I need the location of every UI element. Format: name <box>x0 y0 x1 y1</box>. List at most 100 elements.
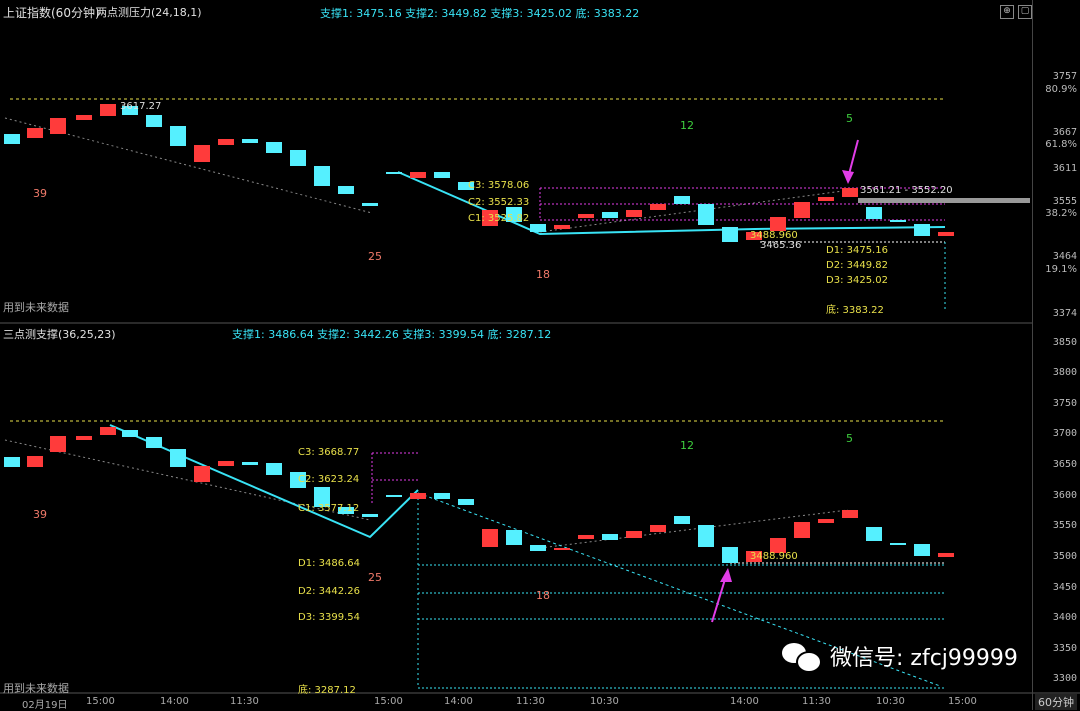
period-selector[interactable]: 60分钟 <box>1035 694 1077 710</box>
x-tick: 15:00 <box>374 696 403 707</box>
candlestick <box>602 534 618 540</box>
candlestick <box>434 493 450 499</box>
candlestick <box>578 214 594 218</box>
candlestick <box>722 547 738 563</box>
range-label: 3561.21 - 3552.20 <box>860 185 953 196</box>
candlestick <box>122 430 138 437</box>
y-tick: 3464 <box>1052 251 1077 262</box>
y-tick: 3400 <box>1052 612 1077 623</box>
candlestick <box>938 553 954 557</box>
candlestick <box>266 142 282 153</box>
candlestick <box>242 139 258 143</box>
y-tick: 3611 <box>1052 163 1077 174</box>
count-39: 39 <box>33 187 47 200</box>
y-tick: 3757 <box>1052 71 1077 82</box>
c3-label: C3: 3668.77 <box>298 447 360 458</box>
x-tick: 14:00 <box>730 696 759 707</box>
y-pct: 38.2% <box>1045 208 1077 219</box>
zoom-in-icon[interactable]: ⊕ <box>1000 5 1014 19</box>
candlestick <box>602 212 618 218</box>
candlestick <box>76 436 92 440</box>
y-tick: 3600 <box>1052 490 1077 501</box>
candlestick <box>626 531 642 538</box>
candlestick <box>842 510 858 518</box>
candlestick <box>146 115 162 127</box>
count-25: 25 <box>368 250 382 263</box>
wechat-icon <box>782 641 822 673</box>
x-tick: 15:00 <box>948 696 977 707</box>
candlestick <box>578 535 594 539</box>
c1-label: C1: 3525.82 <box>468 213 530 224</box>
bottom-indicator-label[interactable]: 三点测支撑(36,25,23) <box>3 326 116 342</box>
count-12: 12 <box>680 439 694 452</box>
candlestick <box>290 150 306 166</box>
candlestick <box>76 115 92 120</box>
y-tick: 3500 <box>1052 551 1077 562</box>
candlestick <box>530 545 546 551</box>
bottom-label: 底: 3287.12 <box>298 685 356 696</box>
candlestick <box>4 134 20 144</box>
candlestick <box>362 514 378 517</box>
y-tick: 3750 <box>1052 398 1077 409</box>
y-tick: 3850 <box>1052 337 1077 348</box>
candlestick <box>842 188 858 197</box>
count-5: 5 <box>846 112 853 125</box>
y-tick: 3300 <box>1052 673 1077 684</box>
candlestick <box>218 461 234 466</box>
y-tick: 3700 <box>1052 428 1077 439</box>
candlestick <box>170 449 186 467</box>
x-tick: 10:30 <box>876 696 905 707</box>
future-data-note: 用到未来数据 <box>3 682 69 695</box>
candlestick <box>458 499 474 505</box>
candlestick <box>194 145 210 162</box>
x-tick: 14:00 <box>444 696 473 707</box>
price-label-1: 3488.960 <box>750 551 798 562</box>
candlestick <box>818 197 834 201</box>
candlestick <box>554 548 570 550</box>
candlestick <box>410 493 426 499</box>
candlestick <box>914 224 930 236</box>
bottom-supports: 支撑1: 3486.64 支撑2: 3442.26 支撑3: 3399.54 底… <box>232 328 552 341</box>
x-tick: 11:30 <box>230 696 259 707</box>
c1-label: C1: 3577.12 <box>298 503 360 514</box>
candlestick <box>338 186 354 194</box>
count-12: 12 <box>680 119 694 132</box>
watermark: 微信号: zfcj99999 <box>782 640 1018 673</box>
y-pct: 61.8% <box>1045 139 1077 150</box>
candlestick <box>770 217 786 231</box>
candlestick <box>434 172 450 178</box>
candlestick <box>50 118 66 134</box>
candlestick <box>242 462 258 465</box>
candlestick <box>794 522 810 538</box>
top-indicator-label[interactable]: 两点测压力(24,18,1) <box>96 4 202 20</box>
y-axis: 3757 80.9% 3667 61.8% 3611 3555 38.2% 34… <box>1032 0 1080 710</box>
x-tick: 02月19日 <box>22 700 68 711</box>
candlestick <box>146 437 162 448</box>
candlestick <box>650 204 666 210</box>
candlestick <box>626 210 642 217</box>
candlestick <box>314 166 330 186</box>
high-label: 3617.27 <box>120 101 162 112</box>
c2-label: C2: 3552.33 <box>468 197 530 208</box>
y-tick: 3450 <box>1052 582 1077 593</box>
candlestick <box>890 220 906 222</box>
candlestick <box>506 530 522 545</box>
candlestick <box>674 196 690 204</box>
candlestick <box>794 202 810 218</box>
candlestick <box>27 128 43 138</box>
candlestick <box>194 466 210 482</box>
candlestick <box>530 224 546 232</box>
y-pct: 80.9% <box>1045 84 1077 95</box>
d2-label: D2: 3449.82 <box>826 260 888 271</box>
y-pct: 19.1% <box>1045 264 1077 275</box>
candlestick <box>890 543 906 545</box>
candlestick <box>50 436 66 452</box>
count-18: 18 <box>536 589 550 602</box>
candlestick <box>218 139 234 145</box>
x-tick: 11:30 <box>516 696 545 707</box>
y-tick: 3667 <box>1052 127 1077 138</box>
x-tick: 10:30 <box>590 696 619 707</box>
x-tick: 11:30 <box>802 696 831 707</box>
window-icon[interactable]: ▢ <box>1018 5 1032 19</box>
candlestick <box>674 516 690 524</box>
